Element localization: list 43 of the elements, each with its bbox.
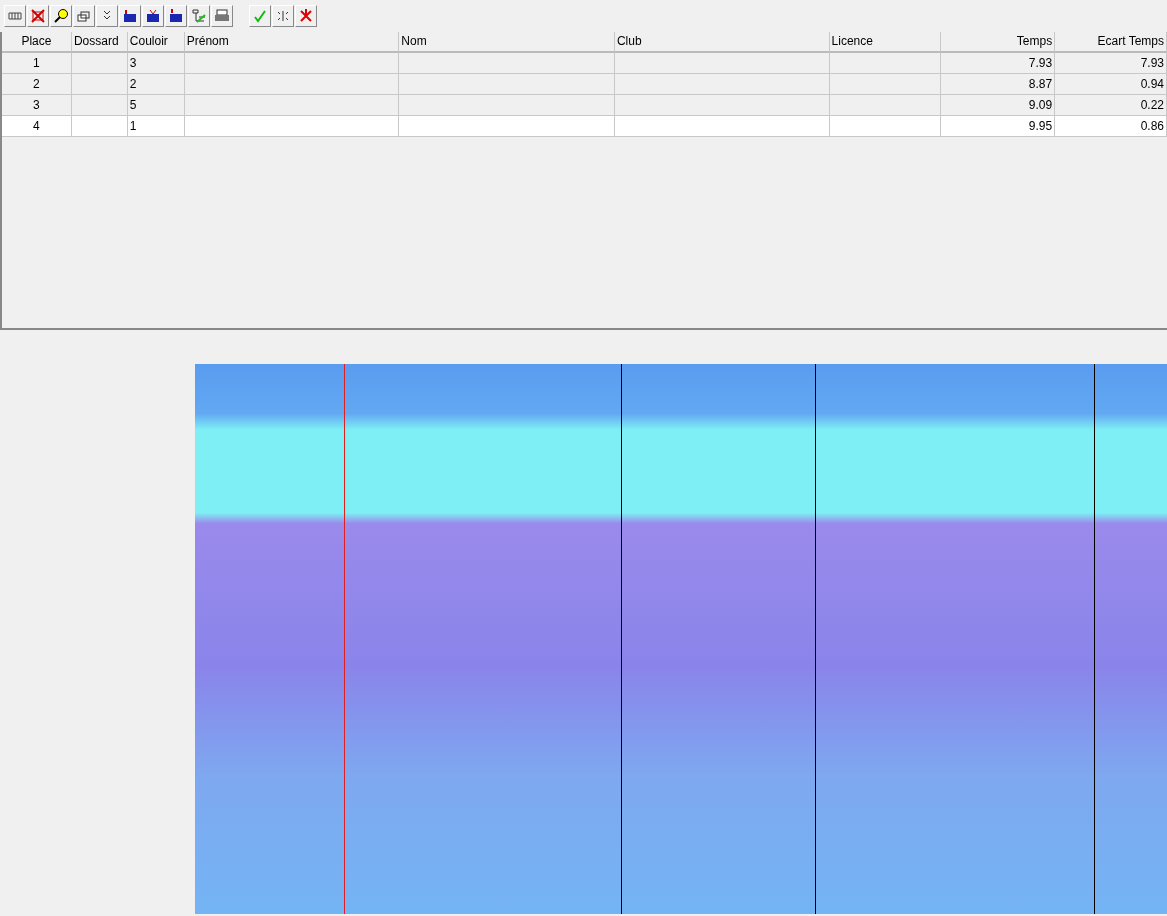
table-cell: 2 xyxy=(2,74,72,95)
sparkle-button[interactable] xyxy=(272,5,294,27)
table-cell: 8.87 xyxy=(941,74,1056,95)
table-cell: 9.09 xyxy=(941,95,1056,116)
column-header[interactable]: Nom xyxy=(399,32,615,53)
table-cell xyxy=(71,53,128,74)
table-cell: 7.93 xyxy=(1055,53,1167,74)
delete-icon xyxy=(30,8,46,24)
column-header[interactable]: Place xyxy=(2,32,72,53)
table-cell: 3 xyxy=(127,53,185,74)
close-icon xyxy=(298,8,314,24)
table-cell: 9.95 xyxy=(941,116,1056,137)
column-header[interactable]: Couloir xyxy=(127,32,185,53)
delete-button[interactable] xyxy=(27,5,49,27)
table-cell: 1 xyxy=(2,53,72,74)
table-cell: 4 xyxy=(2,116,72,137)
table-cell xyxy=(71,74,128,95)
table-cell xyxy=(71,95,128,116)
sparkle-icon xyxy=(275,8,291,24)
column-header[interactable]: Ecart Temps xyxy=(1055,32,1167,53)
column-header[interactable]: Club xyxy=(614,32,830,53)
table-cell: 0.94 xyxy=(1055,74,1167,95)
column-header[interactable]: Dossard xyxy=(71,32,128,53)
column-header[interactable]: Temps xyxy=(941,32,1056,53)
table-cell: 2 xyxy=(127,74,185,95)
table-cell xyxy=(71,116,128,137)
close-button[interactable] xyxy=(295,5,317,27)
double-chevron-button[interactable] xyxy=(96,5,118,27)
windows-icon xyxy=(76,8,92,24)
table-cell: 0.86 xyxy=(1055,116,1167,137)
checkmark-button[interactable] xyxy=(249,5,271,27)
search-icon xyxy=(53,8,69,24)
windows-button[interactable] xyxy=(73,5,95,27)
column-header[interactable]: Prénom xyxy=(184,32,400,53)
column-header[interactable]: Licence xyxy=(829,32,942,53)
checkmark-icon xyxy=(252,8,268,24)
search-button[interactable] xyxy=(50,5,72,27)
table-cell: 3 xyxy=(2,95,72,116)
table-cell: 7.93 xyxy=(941,53,1056,74)
table-cell: 5 xyxy=(127,95,185,116)
table-cell: 0.22 xyxy=(1055,95,1167,116)
table-cell: 1 xyxy=(127,116,185,137)
grid-button[interactable] xyxy=(4,5,26,27)
